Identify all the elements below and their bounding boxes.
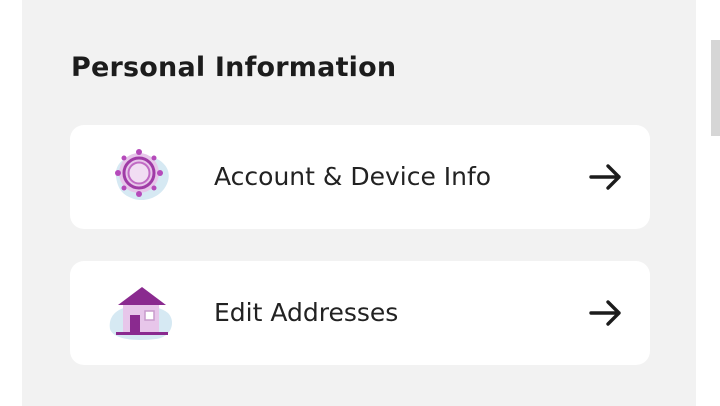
- account-device-info-label: Account & Device Info: [214, 162, 492, 191]
- arrow-right-icon[interactable]: [588, 161, 624, 193]
- edit-addresses-button[interactable]: Edit Addresses: [70, 261, 650, 365]
- arrow-right-icon[interactable]: [588, 297, 624, 329]
- account-device-info-button[interactable]: Account & Device Info: [70, 125, 650, 229]
- gear-icon: [108, 147, 174, 207]
- scrollbar[interactable]: [711, 40, 720, 136]
- edit-addresses-label: Edit Addresses: [214, 298, 399, 327]
- house-icon: [108, 283, 174, 343]
- section-title: Personal Information: [71, 52, 397, 83]
